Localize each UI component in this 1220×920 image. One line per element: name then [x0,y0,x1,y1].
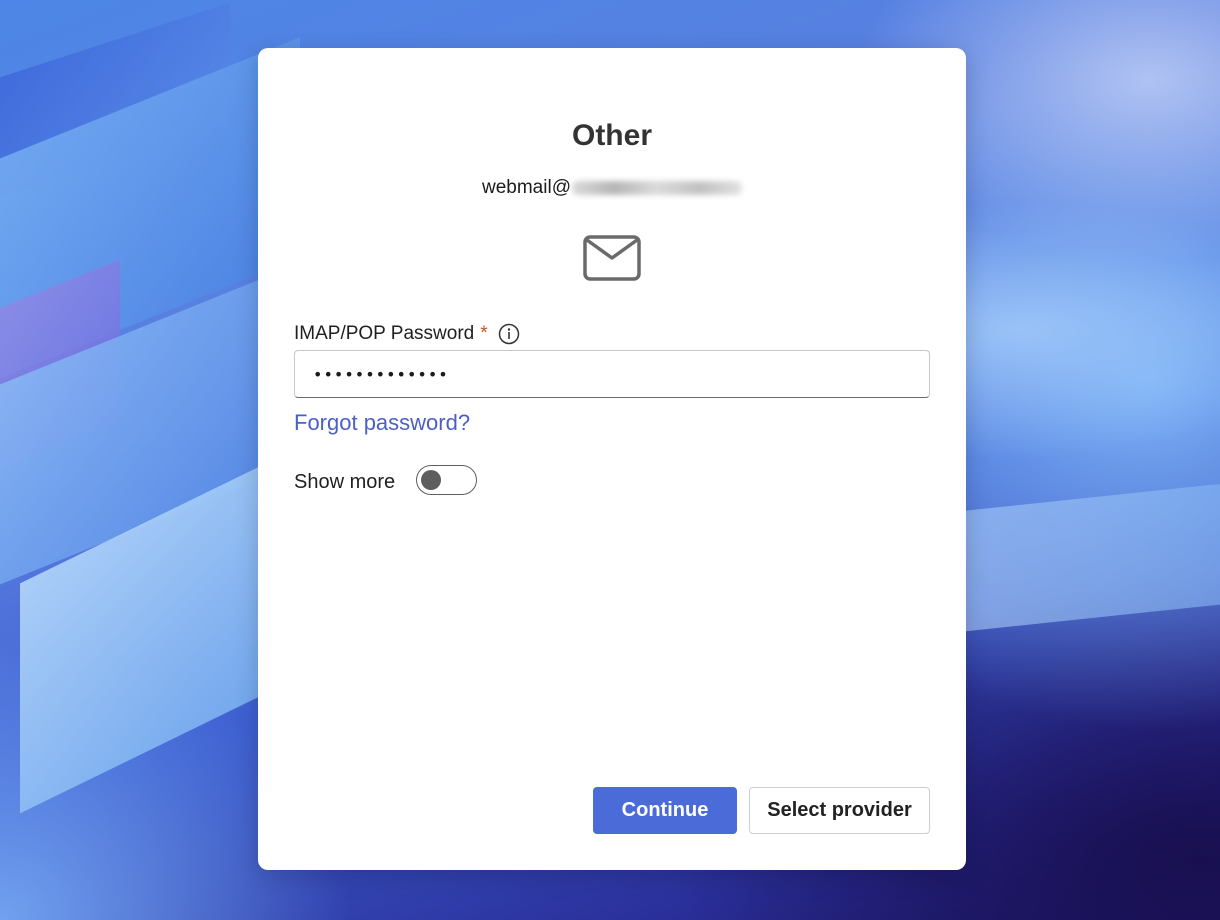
dialog-title: Other [571,119,652,152]
forgot-password-link[interactable]: Forgot password? [294,408,470,438]
mail-icon [583,235,641,281]
password-input[interactable] [294,350,930,398]
continue-button[interactable]: Continue [593,787,737,834]
password-label-text: IMAP/POP Password [294,323,475,344]
email-prefix: webmail@ [482,177,571,198]
toggle-knob [421,470,441,490]
password-field-label: IMAP/POP Password * [294,321,520,347]
email-address: webmail@ [258,176,966,200]
show-more-toggle[interactable] [416,465,477,495]
show-more-label: Show more [294,471,396,493]
required-marker: * [480,323,488,344]
select-provider-button[interactable]: Select provider [749,787,930,834]
info-icon[interactable] [498,323,520,345]
account-setup-dialog: Other webmail@ IMAP/POP Password * Forgo… [258,48,966,870]
redacted-email-domain [571,180,742,195]
